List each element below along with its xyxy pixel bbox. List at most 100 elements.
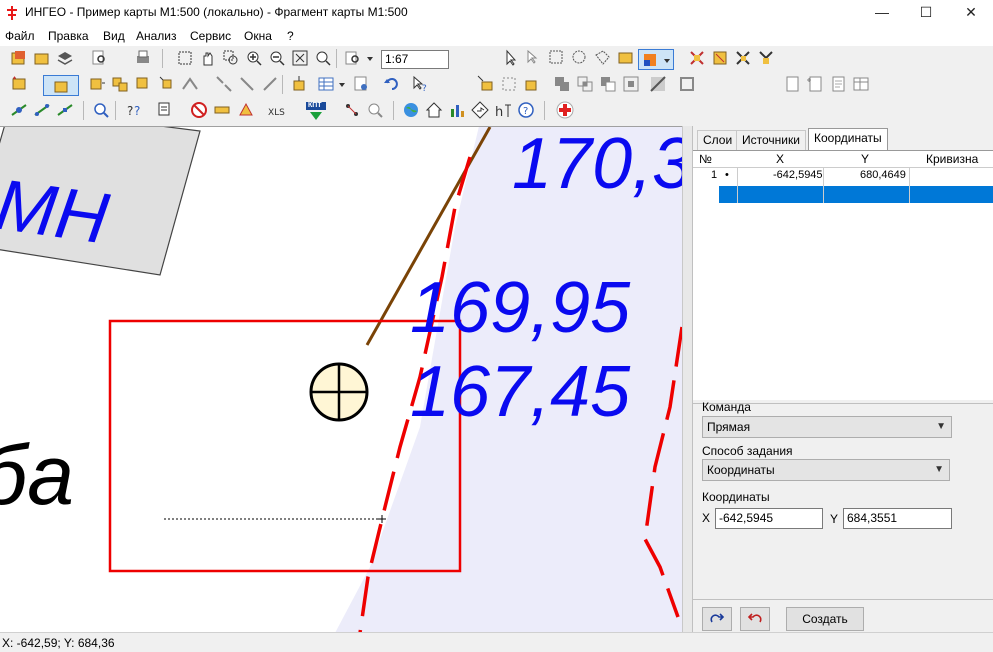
chevron-down-icon[interactable] — [338, 81, 346, 89]
open-map-icon[interactable] — [10, 49, 28, 67]
undo-button[interactable] — [740, 607, 770, 631]
menu-service[interactable]: Сервис — [190, 29, 231, 43]
method-select[interactable]: Координаты ▼ — [702, 459, 950, 481]
x-coordinate-input[interactable]: -642,5945 — [715, 508, 823, 529]
merge-icon[interactable] — [238, 75, 256, 93]
table-row-selected[interactable] — [719, 186, 993, 203]
frame-icon[interactable] — [678, 75, 696, 93]
chevron-down-icon[interactable] — [366, 55, 374, 63]
zoom-scale-icon[interactable] — [344, 49, 362, 67]
select-circle-icon[interactable] — [571, 49, 589, 67]
zoom-in-icon[interactable] — [245, 49, 263, 67]
import-icon[interactable] — [477, 75, 495, 93]
kpt-button[interactable]: КПТ — [305, 101, 327, 121]
height-icon[interactable]: h — [494, 101, 512, 119]
tab-sources[interactable]: Источники — [736, 130, 806, 150]
zoom-extent-icon[interactable] — [291, 49, 309, 67]
draw-line-icon[interactable] — [181, 75, 199, 93]
menu-file[interactable]: Файл — [5, 29, 35, 43]
scale-input[interactable]: 1:67 — [381, 50, 449, 69]
edit-nodes-icon[interactable] — [688, 49, 706, 67]
coordinates-grid[interactable]: № X Y Кривизна 1 • -642,5945 680,4649 — [693, 150, 993, 400]
object-info-icon[interactable]: ? — [411, 75, 429, 93]
create-button[interactable]: Создать — [786, 607, 864, 631]
edit-mode-button[interactable] — [43, 75, 79, 96]
report-icon[interactable] — [156, 101, 174, 119]
move-object-icon[interactable] — [88, 75, 106, 93]
table-icon[interactable] — [317, 75, 335, 93]
menu-analysis[interactable]: Анализ — [136, 29, 177, 43]
map-canvas[interactable]: 170,3 169,95 167,45 МН ба — [0, 126, 682, 632]
tab-layers[interactable]: Слои — [697, 130, 739, 150]
add-point-icon[interactable] — [158, 75, 176, 93]
net-edit-icon[interactable] — [56, 101, 74, 119]
globe-icon[interactable] — [402, 101, 420, 119]
close-button[interactable]: ✕ — [948, 0, 993, 26]
difference-icon[interactable] — [599, 75, 617, 93]
intersect-icon[interactable] — [576, 75, 594, 93]
menu-help[interactable]: ? — [287, 29, 294, 43]
doc-table-icon[interactable] — [852, 75, 870, 93]
select-rect-icon[interactable] — [548, 49, 566, 67]
undo-icon[interactable] — [383, 75, 401, 93]
home-icon[interactable] — [425, 101, 443, 119]
properties-icon[interactable] — [352, 75, 370, 93]
y-coordinate-input[interactable]: 684,3551 — [843, 508, 952, 529]
tab-coordinates[interactable]: Координаты — [808, 128, 888, 151]
geodetic-point-icon[interactable] — [309, 362, 369, 422]
edit-object-icon[interactable] — [711, 49, 729, 67]
zoom-out-icon[interactable] — [268, 49, 286, 67]
new-object-icon[interactable] — [10, 75, 28, 93]
help-icon[interactable]: ? — [517, 101, 535, 119]
find-object-icon[interactable] — [91, 49, 109, 67]
zoom-window-icon[interactable] — [222, 49, 240, 67]
net-node-icon[interactable] — [10, 101, 28, 119]
ruler-icon[interactable] — [213, 101, 231, 119]
doc-list-icon[interactable] — [783, 75, 801, 93]
menu-windows[interactable]: Окна — [244, 29, 272, 43]
redo-button[interactable] — [702, 607, 732, 631]
print-icon[interactable] — [134, 49, 152, 67]
area-measure-icon[interactable] — [237, 101, 255, 119]
search-icon[interactable] — [92, 101, 110, 119]
join-object-icon[interactable] — [757, 49, 775, 67]
slice-icon[interactable] — [649, 75, 667, 93]
query-icon[interactable]: ?? — [125, 101, 143, 119]
insert-object-icon[interactable] — [290, 75, 308, 93]
doc-text-icon[interactable] — [829, 75, 847, 93]
open-layer-icon[interactable] — [33, 49, 51, 67]
union-icon[interactable] — [553, 75, 571, 93]
table-row[interactable]: 1 • -642,5945 680,4649 — [693, 168, 993, 186]
topology-icon[interactable] — [343, 101, 361, 119]
net-link-icon[interactable] — [33, 101, 51, 119]
style-picker-button[interactable] — [638, 49, 674, 70]
copy-object-icon[interactable] — [111, 75, 129, 93]
select-polygon-icon[interactable] — [594, 49, 612, 67]
export-xls-button[interactable]: XLS — [266, 103, 296, 119]
minimize-button[interactable]: — — [859, 0, 905, 26]
pan-hand-icon[interactable] — [199, 49, 217, 67]
select-query-icon[interactable] — [525, 49, 543, 67]
layers-icon[interactable] — [56, 49, 74, 67]
no-entry-icon[interactable] — [190, 101, 208, 119]
add-plus-icon[interactable] — [556, 101, 574, 119]
chart-icon[interactable] — [448, 101, 466, 119]
menu-view[interactable]: Вид — [103, 29, 125, 43]
select-layer-icon[interactable] — [617, 49, 635, 67]
zoom-all-icon[interactable] — [176, 49, 194, 67]
split-icon[interactable] — [215, 75, 233, 93]
menu-edit[interactable]: Правка — [48, 29, 89, 43]
map-scrollbar[interactable] — [682, 126, 692, 632]
divide-icon[interactable] — [261, 75, 279, 93]
xor-icon[interactable] — [622, 75, 640, 93]
zoom-previous-icon[interactable] — [314, 49, 332, 67]
snap-icon[interactable] — [500, 75, 518, 93]
maximize-button[interactable]: ☐ — [903, 0, 949, 26]
inspect-icon[interactable] — [366, 101, 384, 119]
export-icon[interactable] — [523, 75, 541, 93]
doc-add-icon[interactable] — [806, 75, 824, 93]
direction-icon[interactable] — [471, 101, 489, 119]
command-select[interactable]: Прямая ▼ — [702, 416, 952, 438]
select-arrow-icon[interactable] — [502, 49, 520, 67]
rotate-object-icon[interactable] — [134, 75, 152, 93]
